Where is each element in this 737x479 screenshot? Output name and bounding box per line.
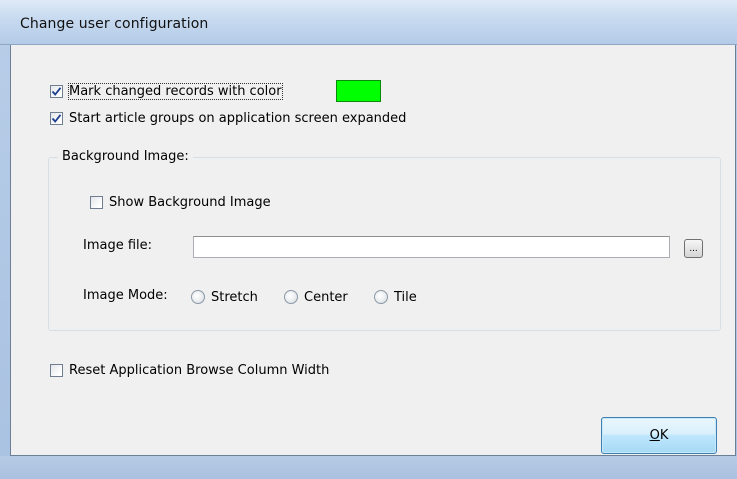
mode-tile-option[interactable]: Tile: [374, 288, 417, 306]
mark-changed-label[interactable]: Mark changed records with color: [68, 82, 283, 100]
change-color-swatch[interactable]: [336, 80, 381, 102]
show-background-checkbox[interactable]: [90, 195, 103, 209]
show-background-option[interactable]: Show Background Image: [90, 193, 271, 211]
mode-stretch-option[interactable]: Stretch: [191, 288, 258, 306]
mode-tile-label[interactable]: Tile: [394, 290, 417, 305]
mode-center-radio[interactable]: [284, 290, 298, 304]
reset-width-option[interactable]: Reset Application Browse Column Width: [50, 361, 329, 379]
reset-width-label[interactable]: Reset Application Browse Column Width: [69, 363, 329, 378]
background-image-group-label: Background Image:: [58, 148, 193, 166]
mark-changed-option[interactable]: Mark changed records with color: [50, 82, 283, 100]
title-bar[interactable]: Change user configuration: [0, 0, 737, 45]
mode-stretch-radio[interactable]: [191, 290, 205, 304]
browse-button[interactable]: ...: [684, 239, 703, 258]
mode-stretch-label[interactable]: Stretch: [211, 290, 258, 305]
checkmark-icon: [51, 113, 62, 123]
window-bottom-frame: [0, 456, 737, 479]
ok-accelerator: O: [649, 428, 660, 443]
mark-changed-checkbox[interactable]: [50, 84, 63, 98]
checkmark-icon: [51, 86, 62, 96]
ok-label-rest: K: [659, 428, 669, 443]
show-background-label[interactable]: Show Background Image: [109, 195, 271, 210]
window-title: Change user configuration: [20, 16, 209, 32]
expand-groups-option[interactable]: Start article groups on application scre…: [50, 109, 406, 127]
expand-groups-checkbox[interactable]: [50, 111, 63, 125]
dialog-window: Change user configuration Mark changed r…: [0, 0, 737, 479]
image-file-input[interactable]: [193, 236, 670, 258]
image-file-label: Image file:: [83, 238, 153, 253]
expand-groups-label[interactable]: Start article groups on application scre…: [69, 111, 406, 126]
mode-center-option[interactable]: Center: [284, 288, 348, 306]
mode-center-label[interactable]: Center: [304, 290, 348, 305]
ok-button[interactable]: OK: [601, 417, 717, 454]
image-mode-label: Image Mode:: [83, 288, 168, 303]
mode-tile-radio[interactable]: [374, 290, 388, 304]
reset-width-checkbox[interactable]: [50, 363, 63, 377]
